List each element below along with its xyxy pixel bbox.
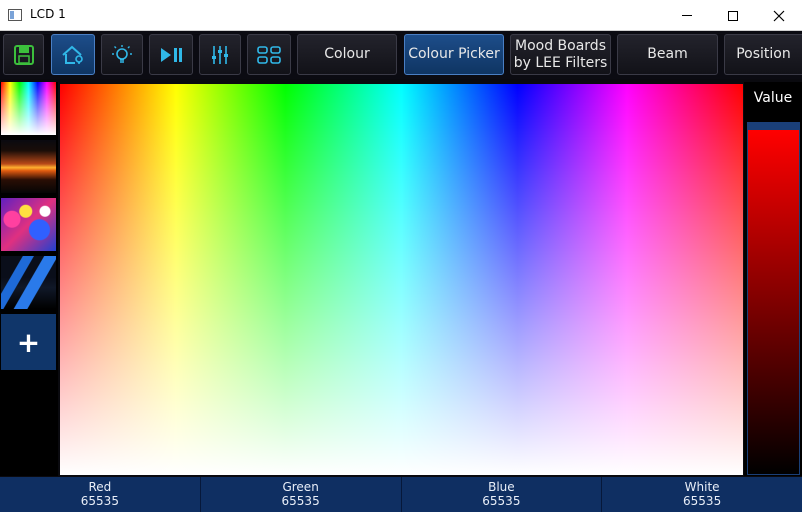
play-pause-icon [161,47,182,62]
maximize-icon [728,10,738,21]
channel-blue: Blue 65535 [402,477,603,512]
channel-name: Blue [488,480,515,494]
toolbar: Colour Colour Picker Mood Boards by LEE … [0,31,802,79]
thumbnail-colour-spectrum[interactable] [1,82,56,137]
tab-mood-boards-line1: Mood Boards [515,37,606,54]
home-button[interactable] [51,34,95,75]
channel-value: 65535 [80,494,119,508]
maximize-button[interactable] [710,0,756,31]
window-title: LCD 1 [30,7,66,21]
channel-name: Red [88,480,112,494]
layout-icon [257,45,281,64]
tab-beam[interactable]: Beam [617,34,718,75]
channel-value: 65535 [482,494,521,508]
layout-button[interactable] [247,34,291,75]
value-panel: Value [744,82,802,476]
minimize-button[interactable] [664,0,710,31]
mood-thumbnail-panel: + [0,82,58,476]
value-label: Value [753,90,793,106]
channel-value: 65535 [683,494,722,508]
channel-red: Red 65535 [0,477,201,512]
channel-white: White 65535 [602,477,802,512]
lamp-button[interactable] [101,34,143,75]
tab-mood-boards-line2: by LEE Filters [513,54,608,71]
save-button[interactable] [3,34,44,75]
thumbnail-sunset[interactable] [1,140,56,195]
tab-position[interactable]: Position [724,34,802,75]
tab-colour[interactable]: Colour [297,34,397,75]
value-slider[interactable] [747,122,800,475]
channel-values-bar: Red 65535 Green 65535 Blue 65535 White 6… [0,477,802,512]
tab-mood-boards[interactable]: Mood Boards by LEE Filters [510,34,611,75]
playback-button[interactable] [149,34,193,75]
lightbulb-icon [112,44,132,63]
close-button[interactable] [756,0,802,31]
channel-name: Green [282,480,319,494]
save-icon [13,44,34,65]
minimize-icon [682,15,692,16]
faders-icon [212,45,228,64]
faders-button[interactable] [199,34,241,75]
channel-name: White [684,480,720,494]
add-button[interactable]: + [1,314,56,370]
colour-picker-area[interactable] [60,84,743,475]
thumbnail-blue-stage[interactable] [1,256,56,311]
channel-green: Green 65535 [201,477,402,512]
close-icon [773,10,785,21]
channel-value: 65535 [281,494,320,508]
home-icon [62,45,83,64]
tab-colour-picker[interactable]: Colour Picker [404,34,504,75]
thumbnail-abstract-lights[interactable] [1,198,56,253]
title-bar: LCD 1 [0,0,802,31]
app-icon [8,9,22,21]
